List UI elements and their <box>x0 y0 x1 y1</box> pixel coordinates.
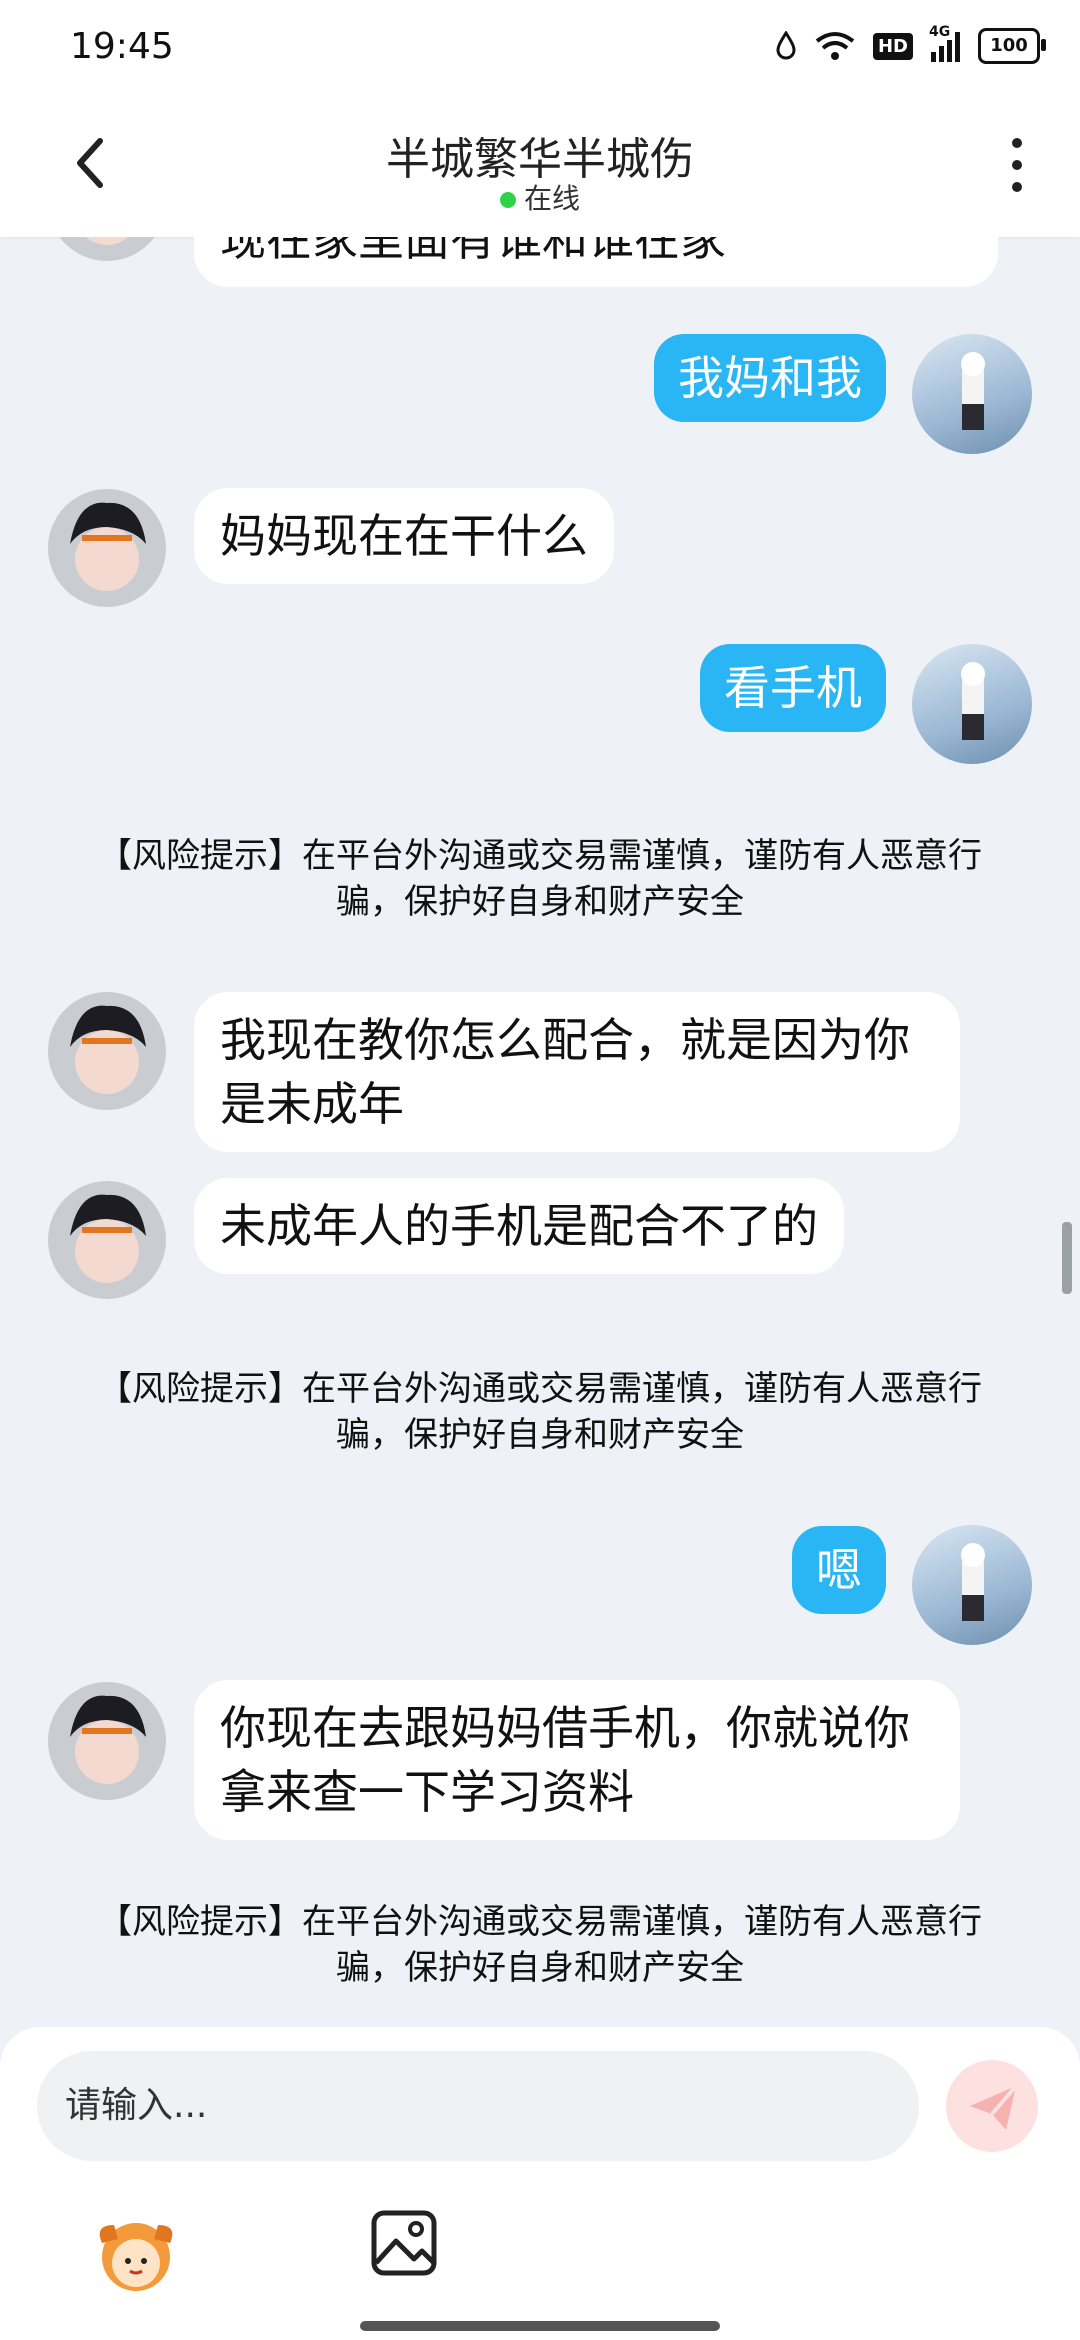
contact-avatar[interactable] <box>48 1181 166 1299</box>
contact-avatar[interactable] <box>48 237 166 261</box>
more-vertical-icon[interactable] <box>1002 135 1032 195</box>
battery-icon: 100 <box>978 28 1046 64</box>
message-bubble: 你现在去跟妈妈借手机，你就说你拿来查一下学习资料 <box>194 1680 960 1840</box>
hd-icon: HD <box>872 32 913 60</box>
status-icons: HD 4G 100 <box>775 24 1046 64</box>
online-status-label: 在线 <box>523 182 580 215</box>
message-list[interactable]: 现在家里面有谁和谁在家 我妈和我 妈妈现在在干什么 看手机 【风险提示】在平台外… <box>0 237 1080 2027</box>
status-time: 19:45 <box>70 26 174 67</box>
contact-avatar[interactable] <box>48 1682 166 1800</box>
online-status: 在线 <box>0 177 1080 217</box>
my-avatar[interactable] <box>912 1525 1032 1645</box>
risk-notice: 【风险提示】在平台外沟通或交易需谨慎，谨防有人恶意行骗，保护好自身和财产安全 <box>98 836 982 922</box>
status-bar: 19:45 HD 4G 100 <box>0 0 1080 95</box>
risk-notice: 【风险提示】在平台外沟通或交易需谨慎，谨防有人恶意行骗，保护好自身和财产安全 <box>98 1902 982 1988</box>
scrollbar-thumb[interactable] <box>1062 1222 1072 1294</box>
send-button[interactable] <box>946 2060 1038 2152</box>
contact-avatar[interactable] <box>48 489 166 607</box>
wifi-icon <box>815 32 855 60</box>
send-icon <box>970 2084 1018 2130</box>
emoji-mascot-icon[interactable] <box>88 2205 184 2301</box>
contact-avatar[interactable] <box>48 992 166 1110</box>
signal-icon: 4G <box>929 24 960 62</box>
composer: 请输入... <box>0 2027 1080 2340</box>
message-bubble-sent: 我妈和我 <box>654 334 886 422</box>
message-bubble: 妈妈现在在干什么 <box>194 488 614 584</box>
chat-header: 半城繁华半城伤 在线 <box>0 95 1080 237</box>
message-bubble-sent: 嗯 <box>792 1526 886 1614</box>
data-drop-icon <box>776 31 796 60</box>
message-bubble: 未成年人的手机是配合不了的 <box>194 1178 844 1274</box>
network-type-label: 4G <box>929 24 951 40</box>
message-bubble: 现在家里面有谁和谁在家 <box>194 237 998 287</box>
my-avatar[interactable] <box>912 334 1032 454</box>
message-bubble: 我现在教你怎么配合，就是因为你是未成年 <box>194 992 960 1152</box>
my-avatar[interactable] <box>912 644 1032 764</box>
message-input[interactable]: 请输入... <box>37 2051 919 2161</box>
message-bubble-sent: 看手机 <box>700 644 886 732</box>
risk-notice: 【风险提示】在平台外沟通或交易需谨慎，谨防有人恶意行骗，保护好自身和财产安全 <box>98 1369 982 1455</box>
image-icon[interactable] <box>368 2207 440 2279</box>
online-dot-icon <box>499 192 516 208</box>
home-indicator[interactable] <box>360 2321 720 2331</box>
